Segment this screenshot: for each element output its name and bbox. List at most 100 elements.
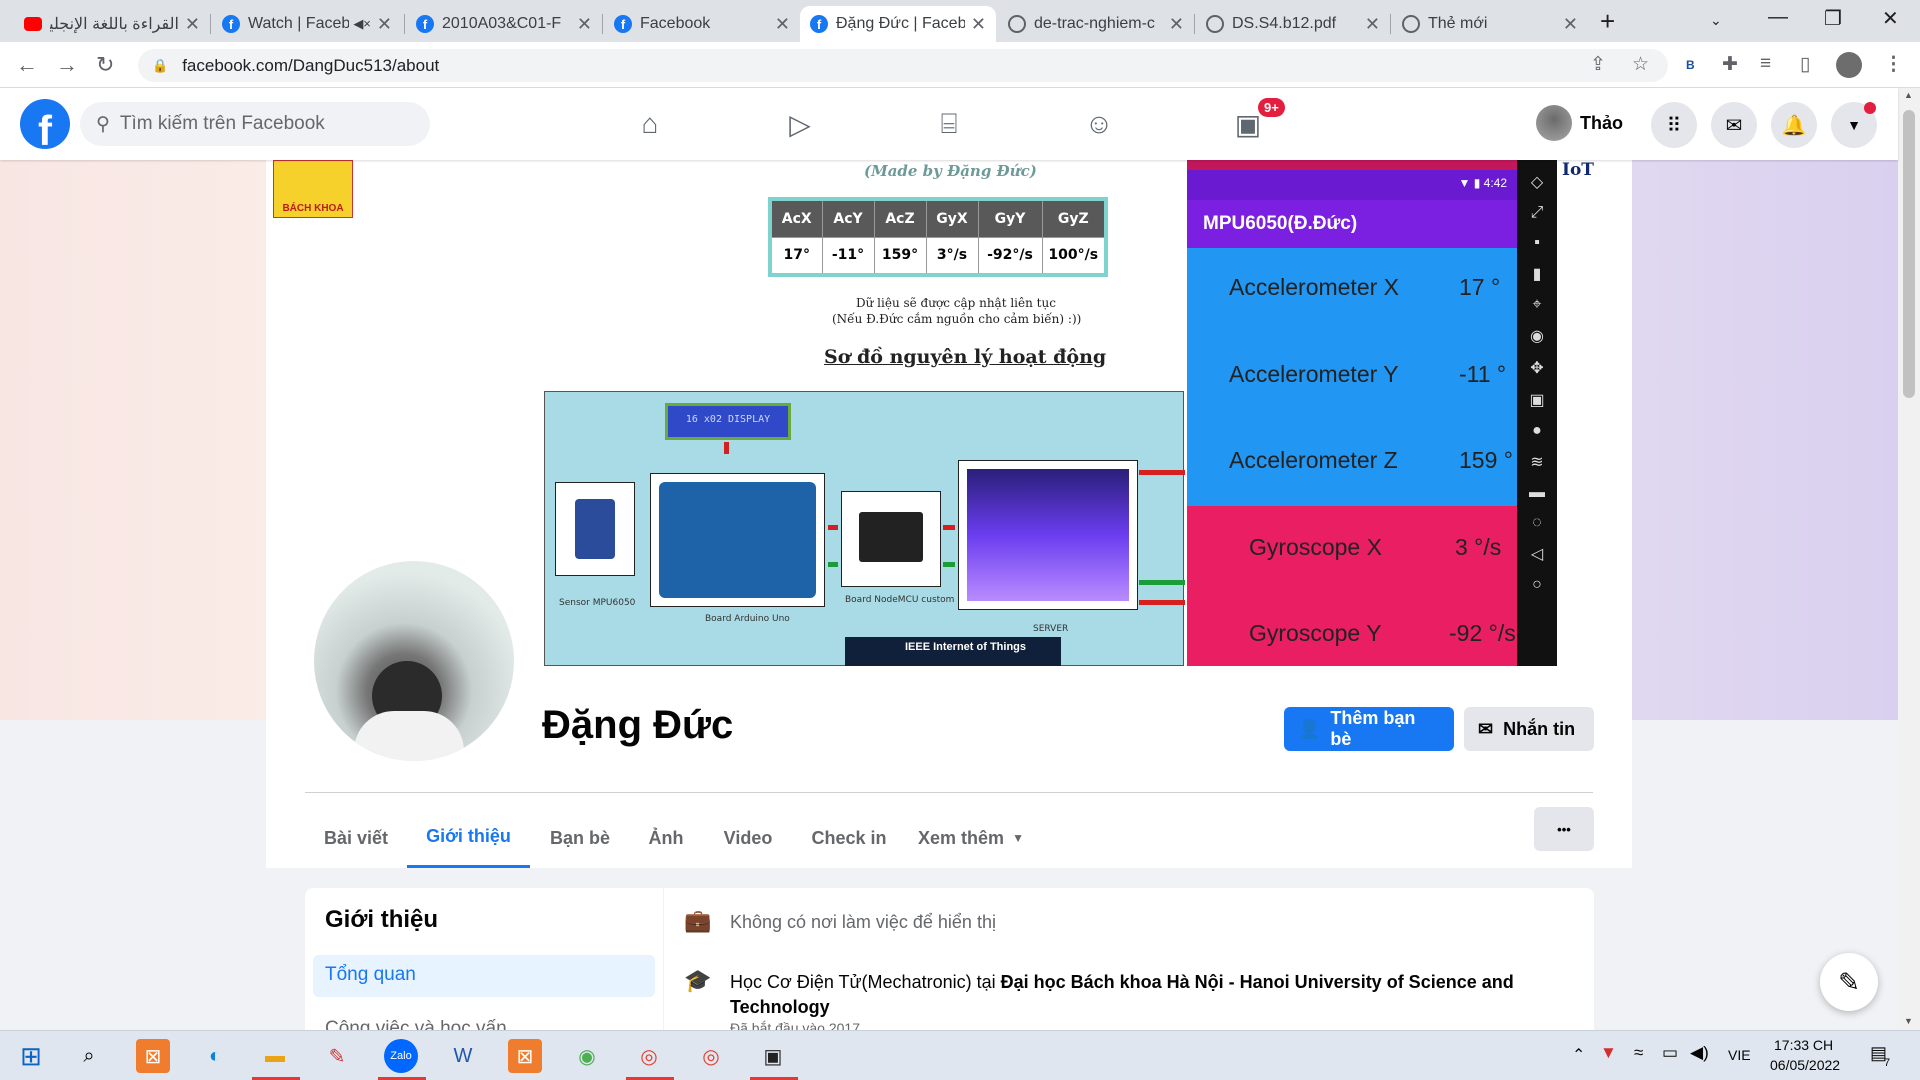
groups-icon[interactable]: ☺ [1081,106,1117,142]
opengapps-icon[interactable]: ◌ [1517,514,1557,532]
marketplace-icon[interactable]: ⌸ [931,106,967,142]
paint-icon[interactable]: ✎ [320,1039,354,1073]
tab-search-chevron-icon[interactable]: ⌄ [1710,12,1722,29]
media-queue-icon[interactable]: ≡ [1760,53,1771,75]
side-panel-icon[interactable]: ▯ [1800,53,1810,76]
scroll-up-icon[interactable]: ▲ [1904,90,1913,100]
close-icon[interactable]: ✕ [775,14,790,35]
sensor-image [555,482,635,576]
extensions-puzzle-icon[interactable]: ✚ [1722,53,1738,76]
share-icon[interactable]: ⇪ [1590,53,1606,76]
globe-icon [1008,15,1026,33]
android-studio-icon[interactable]: ◉ [570,1039,604,1073]
close-icon[interactable]: ✕ [1169,14,1184,35]
profile-shortcut[interactable]: Thảo [1536,105,1623,141]
watch-icon[interactable]: ▷ [782,106,818,142]
zalo-icon[interactable]: Zalo [384,1039,418,1073]
reload-button[interactable]: ↻ [96,52,114,78]
profile-avatar[interactable] [1836,52,1862,78]
add-friend-button[interactable]: 👤 Thêm bạn bè [1284,707,1454,751]
clock-time[interactable]: 17:33 CH [1774,1037,1833,1053]
close-icon[interactable]: ✕ [377,14,392,35]
gps-icon[interactable]: ⌖ [1517,296,1557,314]
word-icon[interactable]: W [446,1039,480,1073]
id-icon[interactable]: ▣ [1517,390,1557,410]
close-window-button[interactable]: ✕ [1882,6,1899,31]
battery-icon[interactable]: ▮ [1517,264,1557,284]
move-icon[interactable]: ✥ [1517,358,1557,378]
tab-about[interactable]: Giới thiệu [407,808,530,868]
search-icon[interactable]: ⌕ [72,1039,106,1073]
tab-friends[interactable]: Bạn bè [535,808,625,868]
tab-see-more[interactable]: Xem thêm ▼ [906,808,1036,868]
camera-icon[interactable]: ▪ [1517,234,1557,252]
home-icon[interactable]: ⌂ [632,106,668,142]
chrome-profile-icon[interactable]: ◎ [694,1039,728,1073]
volume-icon[interactable]: ◀) [1690,1043,1709,1063]
tray-app-icon[interactable]: ▼ [1600,1043,1617,1063]
home-circle-icon[interactable]: ○ [1517,576,1557,594]
more-options-button[interactable]: ••• [1534,807,1594,851]
sidebar-item-overview[interactable]: Tổng quan [313,955,655,997]
facebook-logo[interactable]: f [20,99,70,149]
gyro-y-row: Gyroscope Y -92 °/s [1187,620,1517,647]
xampp-icon[interactable]: ⊠ [136,1039,170,1073]
close-icon[interactable]: ✕ [971,14,986,35]
close-icon[interactable]: ✕ [577,14,592,35]
url-input[interactable]: 🔒 facebook.com/DangDuc513/about [138,49,1668,82]
browser-tab[interactable]: القراءة باللغة الإنجليزية ✕ [14,6,210,42]
back-button[interactable]: ← [16,52,38,78]
browser-tab[interactable]: f 2010A03&C01-F ✕ [406,6,602,42]
minimize-button[interactable]: — [1768,6,1788,29]
file-explorer-icon[interactable]: ▬ [258,1039,292,1073]
tab-posts[interactable]: Bài viết [310,808,402,868]
search-placeholder: Tìm kiếm trên Facebook [119,113,325,134]
rss-icon[interactable]: ≋ [1517,452,1557,472]
back-triangle-icon[interactable]: ◁ [1517,544,1557,564]
tray-chevron-icon[interactable]: ⌃ [1572,1045,1585,1065]
chat-icon[interactable]: ▬ [1517,484,1557,502]
browser-tab[interactable]: de-trac-nghiem-c ✕ [998,6,1194,42]
chrome-icon[interactable]: ◎ [632,1039,666,1073]
browser-tab[interactable]: DS.S4.b12.pdf ✕ [1196,6,1390,42]
browser-tab[interactable]: f Watch | Facebook ◀× ✕ [212,6,402,42]
close-icon[interactable]: ✕ [1365,14,1380,35]
tab-title: Watch | Facebook [248,15,350,32]
rotate-icon[interactable]: ◇ [1517,172,1557,192]
notifications-bell-icon[interactable]: 🔔 [1771,102,1817,148]
new-message-button[interactable]: ✎ [1820,953,1878,1011]
xampp-icon[interactable]: ⊠ [508,1039,542,1073]
tab-check-in[interactable]: Check in [796,808,902,868]
wifi-icon[interactable]: ≈ [1634,1043,1643,1063]
emulator-icon[interactable]: ▣ [756,1039,790,1073]
messenger-icon[interactable]: ✉ [1711,102,1757,148]
menu-grid-icon[interactable]: ⠿ [1651,102,1697,148]
scroll-down-icon[interactable]: ▼ [1904,1016,1913,1026]
close-icon[interactable]: ✕ [185,14,200,35]
windows-start-icon[interactable]: ⊞ [14,1039,48,1073]
bookmark-star-icon[interactable]: ☆ [1632,53,1649,76]
clock-date[interactable]: 06/05/2022 [1770,1057,1840,1073]
language-indicator[interactable]: VIE [1728,1047,1751,1063]
new-tab-button[interactable]: + [1600,6,1615,37]
browser-tab-active[interactable]: f Đặng Đức | Facebook ✕ [800,6,996,42]
message-button[interactable]: ✉ Nhắn tin [1464,707,1594,751]
battery-icon[interactable]: ▭ [1662,1043,1678,1063]
close-icon[interactable]: ✕ [1563,14,1578,35]
tab-photos[interactable]: Ảnh [630,808,702,868]
scrollbar-thumb[interactable] [1903,110,1915,398]
forward-button[interactable]: → [56,52,78,78]
record-icon[interactable]: ● [1517,422,1557,440]
tab-video[interactable]: Video [706,808,790,868]
extension-b-icon[interactable]: B [1686,58,1695,72]
chrome-menu-icon[interactable]: ⋮ [1884,53,1903,76]
profile-avatar[interactable] [310,557,518,765]
maximize-button[interactable]: ❐ [1824,6,1842,31]
webcam-icon[interactable]: ◉ [1517,326,1557,346]
fullscreen-icon[interactable]: ⤢ [1517,204,1557,222]
browser-tab[interactable]: Thẻ mới ✕ [1392,6,1588,42]
search-input[interactable]: ⚲ Tìm kiếm trên Facebook [80,102,430,146]
edge-icon[interactable]: ◐ [198,1039,232,1073]
browser-tab[interactable]: f Facebook ✕ [604,6,800,42]
mute-icon[interactable]: ◀× [353,16,371,32]
